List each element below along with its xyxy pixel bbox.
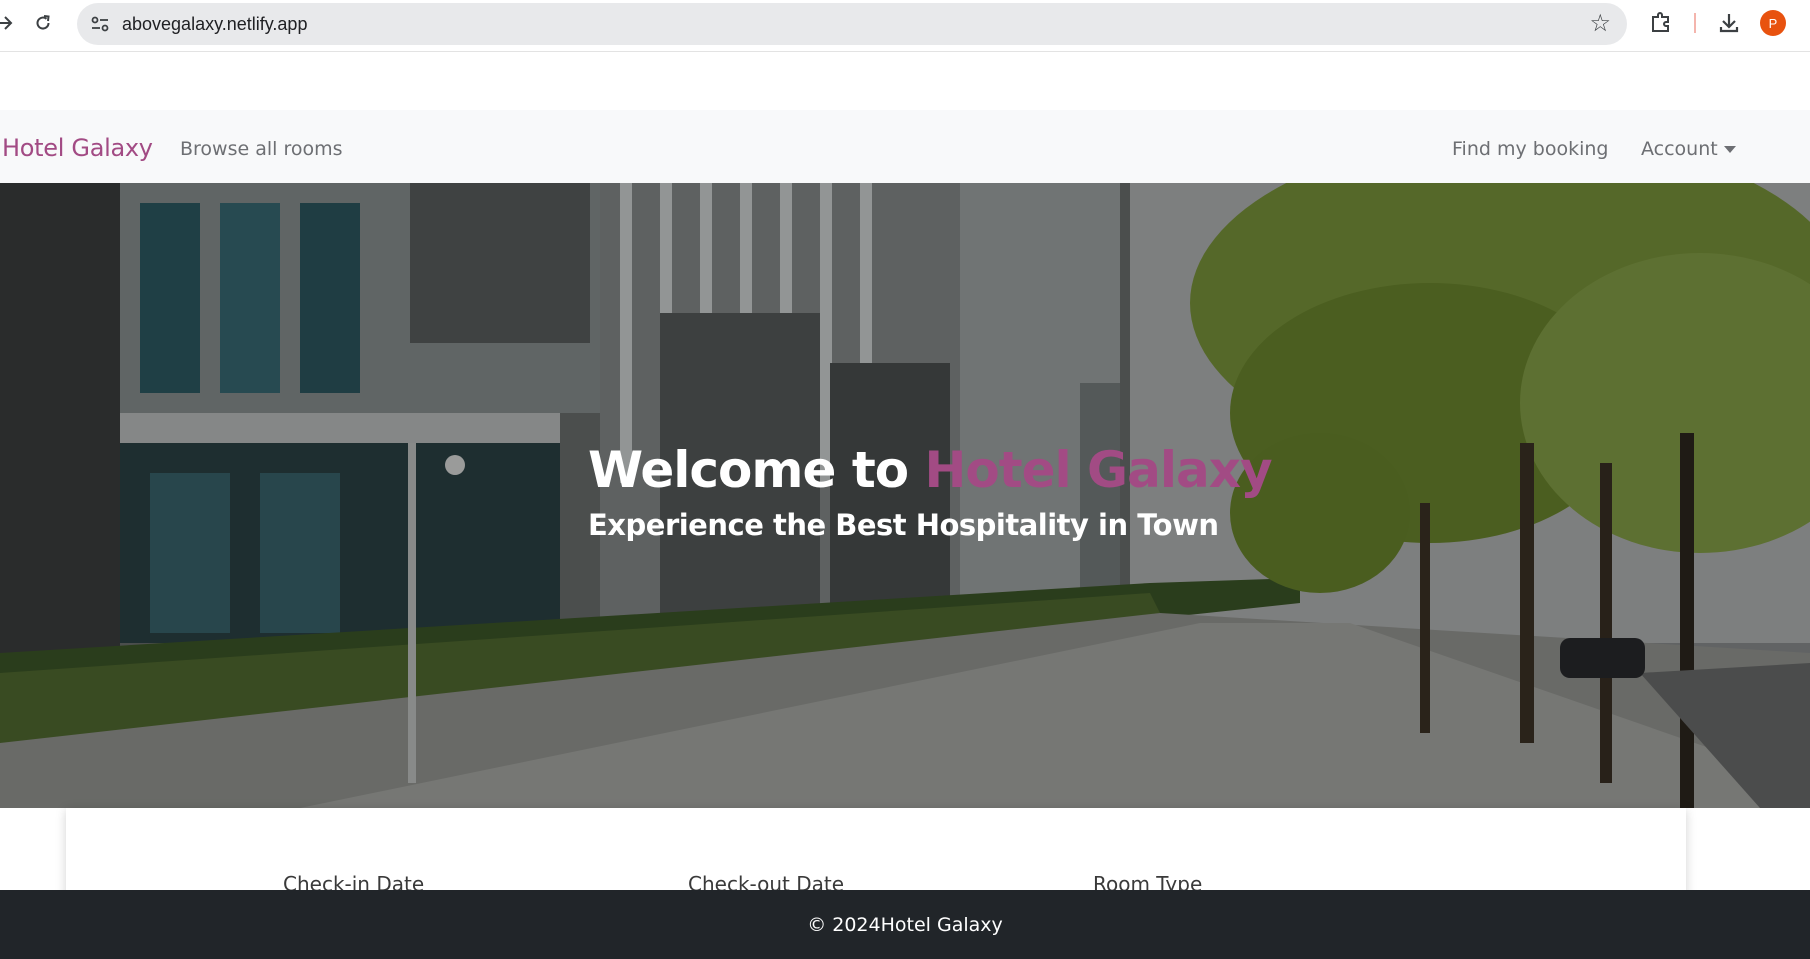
footer-copyright: © 2024Hotel Galaxy [807, 913, 1003, 936]
address-bar[interactable]: abovegalaxy.netlify.app ☆ [77, 3, 1627, 45]
profile-avatar[interactable]: P [1760, 10, 1786, 36]
site-footer: © 2024Hotel Galaxy [0, 890, 1810, 959]
browser-toolbar: abovegalaxy.netlify.app ☆ P [0, 0, 1810, 52]
find-booking-link[interactable]: Find my booking [1452, 138, 1608, 160]
site-info-icon[interactable] [87, 12, 113, 36]
browse-rooms-link[interactable]: Browse all rooms [180, 138, 343, 160]
toolbar-separator [1694, 13, 1696, 33]
back-icon[interactable] [0, 10, 18, 36]
url-text[interactable]: abovegalaxy.netlify.app [122, 14, 307, 35]
reload-icon[interactable] [30, 10, 56, 36]
hero-title-prefix: Welcome to [588, 441, 925, 499]
hero-title-accent: Hotel Galaxy [924, 441, 1273, 499]
hero-banner: Welcome to Hotel Galaxy Experience the B… [0, 183, 1810, 808]
site-navbar: Hotel Galaxy Browse all rooms Find my bo… [0, 110, 1810, 183]
bookmark-star-icon[interactable]: ☆ [1589, 11, 1611, 35]
chevron-down-icon [1723, 146, 1736, 153]
account-dropdown[interactable]: Account [1641, 138, 1736, 160]
account-dropdown-label: Account [1641, 138, 1718, 160]
hero-subtitle: Experience the Best Hospitality in Town [588, 508, 1219, 542]
download-icon[interactable] [1716, 10, 1742, 36]
extensions-icon[interactable] [1648, 10, 1674, 36]
brand-logo-link[interactable]: Hotel Galaxy [2, 134, 153, 162]
hero-title: Welcome to Hotel Galaxy [588, 441, 1273, 499]
